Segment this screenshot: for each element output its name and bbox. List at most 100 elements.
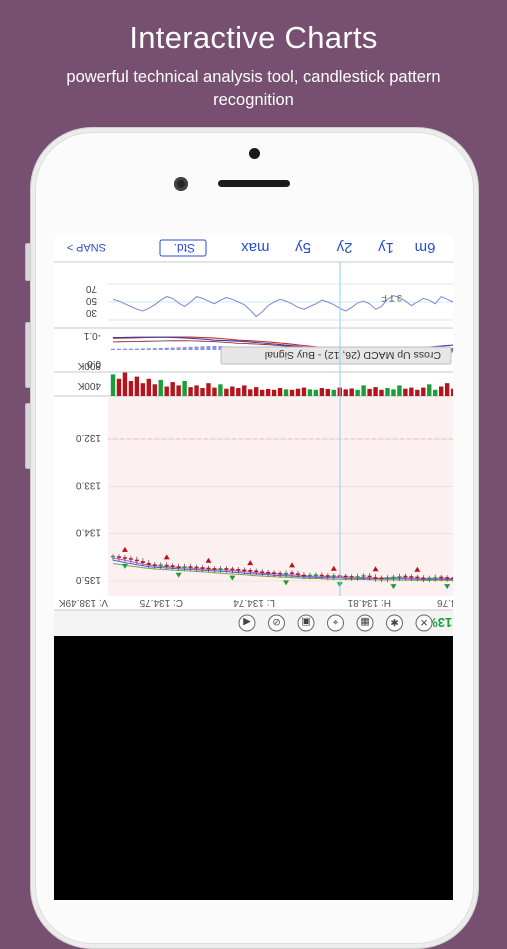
volume-bar: [236, 388, 241, 396]
volume-bar: [409, 387, 414, 396]
candle-body: [218, 568, 223, 570]
volume-bar: [146, 378, 152, 396]
link-icon-glyph: ⊘: [272, 616, 280, 627]
stat-close: C: 134.75: [139, 597, 183, 608]
phone-sensor: [249, 148, 260, 159]
volume-bar: [110, 374, 116, 396]
candle-body: [379, 577, 384, 580]
candle-body: [170, 565, 175, 567]
candle-body: [266, 571, 271, 574]
volume-bar: [313, 389, 319, 396]
volume-bar: [230, 386, 235, 396]
gear-icon[interactable]: ✱: [386, 614, 403, 632]
macd-histogram-bar: [212, 345, 217, 350]
candle-body: [373, 577, 378, 579]
volume-bar: [242, 385, 247, 396]
candle-body: [188, 566, 193, 568]
macd-histogram-bar: [164, 347, 169, 350]
phone-front-camera: [174, 177, 188, 191]
range-tab-2y[interactable]: 2y: [336, 239, 352, 256]
macd-histogram-bar: [128, 348, 133, 350]
macd-tick-label: -0.1: [83, 330, 101, 341]
volume-bar: [212, 387, 217, 396]
crosshair-icon[interactable]: ⌖: [327, 614, 344, 632]
candle-body: [164, 564, 169, 567]
macd-histogram-bar: [200, 346, 205, 350]
macd-tick-label: 0.0: [87, 358, 101, 369]
candle-body: [272, 572, 277, 574]
candle-body: [200, 567, 205, 569]
candle-body: [278, 572, 283, 575]
volume-bar: [188, 387, 193, 396]
candle-body: [385, 577, 390, 580]
range-tab-5y[interactable]: 5y: [295, 239, 311, 256]
macd-histogram-bar: [206, 346, 211, 350]
volume-bar: [301, 387, 307, 396]
candle-body: [439, 576, 444, 579]
candle-body: [403, 575, 408, 578]
volume-bar: [176, 385, 181, 396]
play-back-icon-glyph: ◀: [243, 616, 251, 627]
volume-bar: [385, 388, 390, 396]
range-tab-max[interactable]: max: [241, 239, 270, 256]
candle-body: [140, 561, 145, 564]
rsi-tick-label: 50: [85, 295, 97, 306]
snap-button[interactable]: SNAP >: [67, 241, 106, 253]
candle-body: [421, 577, 426, 580]
candle-body: [415, 576, 420, 579]
rsi-tick-label: 30: [85, 307, 97, 318]
volume-bar: [319, 388, 325, 396]
stat-volume: V: 138.49K: [59, 597, 108, 608]
volume-bar: [421, 387, 426, 396]
price-tick-label: 133.0: [76, 479, 101, 490]
candle-body: [361, 575, 366, 577]
volume-bar: [367, 388, 372, 396]
range-tab-6m[interactable]: 6m: [415, 239, 436, 256]
range-tab-1y[interactable]: 1y: [378, 239, 394, 256]
volume-bar: [271, 389, 277, 396]
volume-bar: [361, 385, 366, 396]
volume-bars: [110, 372, 453, 396]
candle-body: [343, 575, 348, 578]
grid-icon[interactable]: ▦: [356, 614, 374, 632]
candle-body: [391, 576, 396, 579]
price-tick-label: 135.0: [76, 574, 101, 585]
volume-bar: [444, 383, 450, 396]
macd-histogram-bar: [194, 346, 199, 350]
volume-bar: [433, 389, 438, 396]
style-label: Std.: [174, 241, 195, 255]
candle-body: [397, 576, 402, 578]
volume-bar: [277, 388, 283, 396]
candle-body: [128, 558, 133, 560]
play-back-icon[interactable]: ◀: [238, 614, 256, 632]
candle-body: [182, 566, 187, 568]
close-icon[interactable]: ✕: [415, 614, 433, 632]
candle-body: [248, 570, 253, 572]
candle-body: [307, 574, 312, 577]
candle-body: [445, 577, 450, 579]
price-axis: 132.0 133.0 134.0 135.0: [76, 432, 101, 585]
candle-body: [409, 576, 414, 578]
macd-histogram-bar: [176, 347, 181, 350]
macd-histogram-bar: [170, 347, 175, 350]
stat-open: O: 134.76: [437, 597, 453, 608]
volume-bar: [194, 385, 199, 396]
image-icon[interactable]: ▣: [297, 614, 315, 632]
stat-low: L: 134.74: [233, 597, 275, 608]
volume-bar: [182, 381, 187, 396]
chart-canvas[interactable]: (+2.13%) ◀⊘▣⌖▦✱✕ O: 134.76 H: 134.81 L: …: [54, 236, 453, 636]
volume-bar: [218, 384, 223, 396]
link-icon[interactable]: ⊘: [268, 614, 285, 632]
candle-body: [295, 573, 300, 575]
volume-bar: [355, 389, 360, 396]
macd-histogram-bar: [188, 346, 193, 350]
volume-bar: [391, 389, 396, 396]
candle-body: [331, 575, 336, 577]
volume-bar: [307, 389, 313, 396]
style-button[interactable]: Std.: [159, 239, 207, 257]
macd-histogram-bar: [146, 348, 151, 350]
gear-icon-glyph: ✱: [390, 616, 398, 627]
phone-screen: (+2.13%) ◀⊘▣⌖▦✱✕ O: 134.76 H: 134.81 L: …: [54, 236, 453, 900]
volume-tick-label: 400K: [77, 380, 101, 391]
volume-bar: [224, 388, 229, 396]
